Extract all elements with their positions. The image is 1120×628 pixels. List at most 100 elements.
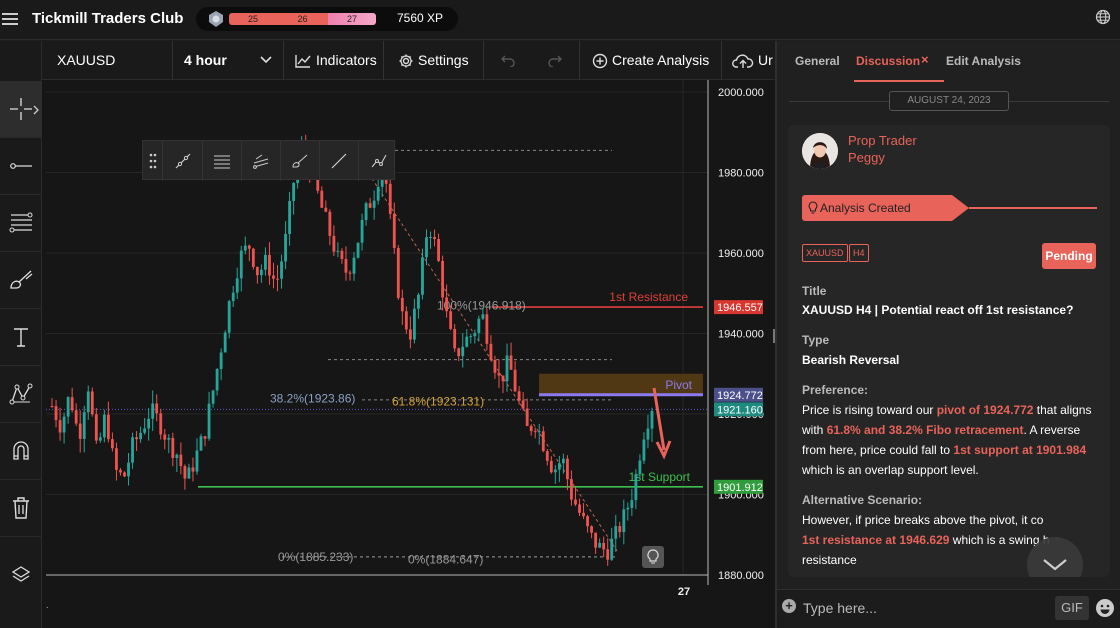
- ftb-channel[interactable]: [242, 141, 281, 181]
- alt-text-1: However, if price breaks above the pivot…: [802, 513, 1044, 527]
- upload-button[interactable]: Ur: [722, 41, 776, 80]
- candle-body: [231, 292, 235, 302]
- message-input[interactable]: [803, 598, 1043, 618]
- candle-body: [115, 448, 118, 470]
- candle-body: [517, 391, 521, 401]
- add-attachment-icon[interactable]: +: [782, 599, 796, 613]
- candle-body: [62, 416, 66, 433]
- candle-body: [586, 516, 589, 527]
- chevron-down-icon: [260, 56, 272, 64]
- ftb-trendline[interactable]: [164, 141, 203, 181]
- tab-discussion[interactable]: Discussion: [856, 54, 920, 68]
- xp-level-26: 26: [277, 13, 328, 25]
- candle-body: [259, 269, 263, 276]
- tab-edit-analysis[interactable]: Edit Analysis: [946, 54, 1021, 68]
- candle-body: [372, 200, 376, 208]
- pattern-tool[interactable]: [0, 366, 42, 423]
- candle-body: [292, 183, 296, 201]
- analysis-created-label: Analysis Created: [820, 201, 911, 215]
- ftb-brush[interactable]: [281, 141, 320, 181]
- ftb-path[interactable]: [359, 141, 398, 181]
- candle-body: [239, 250, 243, 279]
- gear-icon: [399, 54, 413, 68]
- candle-body: [513, 369, 517, 392]
- price-tag-label: 1901.912: [717, 482, 763, 494]
- crosshair-tool[interactable]: [0, 81, 42, 138]
- author-role[interactable]: Prop Trader: [848, 133, 917, 148]
- candle-body: [119, 469, 122, 473]
- pref-highlight-1: pivot of 1924.772: [936, 403, 1034, 417]
- drag-handle[interactable]: [143, 141, 163, 181]
- brush-icon: [10, 270, 33, 289]
- create-analysis-label: Create Analysis: [612, 52, 710, 68]
- symbol-selector[interactable]: XAUUSD: [42, 41, 173, 80]
- indicators-button[interactable]: Indicators: [284, 41, 384, 80]
- author-name[interactable]: Peggy: [848, 150, 885, 165]
- settings-button[interactable]: Settings: [384, 41, 484, 80]
- price-tag-label: 1924.772: [717, 390, 763, 402]
- emoji-icon[interactable]: [1095, 598, 1115, 618]
- candle-body: [90, 391, 94, 415]
- ftb-fibonacci[interactable]: [203, 141, 242, 181]
- ftb-ray[interactable]: [320, 141, 359, 181]
- menu-icon[interactable]: [2, 10, 18, 28]
- candle-body: [453, 328, 457, 349]
- candle-body: [388, 183, 392, 214]
- chevron-down-icon: [1043, 559, 1067, 571]
- date-pill: AUGUST 24, 2023: [889, 91, 1009, 111]
- candle-body: [54, 406, 58, 421]
- candle-body: [98, 437, 102, 441]
- candle-body: [227, 301, 231, 333]
- indicators-icon: [295, 55, 311, 68]
- horizontal-ray-icon: [10, 163, 32, 169]
- undo-icon[interactable]: [500, 53, 516, 67]
- candle-body: [86, 391, 90, 413]
- level-label: 1st Resistance: [609, 290, 688, 304]
- candle-body: [320, 190, 324, 208]
- lightbulb-icon: [808, 201, 818, 214]
- layers-tool[interactable]: [0, 547, 42, 603]
- tab-general[interactable]: General: [795, 54, 840, 68]
- analysis-type: Bearish Reversal: [802, 353, 900, 367]
- candle-body: [461, 346, 465, 357]
- layers-icon: [11, 566, 31, 582]
- current-price-label: 1921.160: [717, 404, 763, 416]
- text-tool[interactable]: [0, 309, 42, 366]
- globe-icon[interactable]: [1095, 9, 1111, 25]
- brush-tool[interactable]: [0, 252, 42, 309]
- price-tick-label: 1880.000: [718, 570, 764, 582]
- candle-body: [537, 431, 541, 433]
- interval-selector[interactable]: 4 hour: [173, 41, 284, 80]
- candle-body: [413, 308, 416, 340]
- candle-body: [634, 474, 638, 501]
- magnet-tool[interactable]: [0, 423, 42, 480]
- candle-body: [276, 278, 279, 280]
- candle-body: [425, 237, 428, 258]
- candle-body: [606, 549, 610, 560]
- chevron-right-icon[interactable]: [33, 105, 39, 115]
- candle-body: [211, 390, 215, 404]
- delete-tool[interactable]: [0, 480, 42, 537]
- fibonacci-tool[interactable]: [0, 195, 42, 252]
- interval-label: 4 hour: [184, 52, 227, 68]
- idea-lightbulb-button[interactable]: [642, 546, 664, 568]
- create-analysis-button[interactable]: Create Analysis: [580, 41, 722, 80]
- candle-body: [332, 235, 336, 252]
- trendline-tool[interactable]: [0, 138, 42, 195]
- candle-body: [570, 479, 573, 500]
- price-tick-label: 2000.000: [718, 87, 764, 99]
- avatar[interactable]: [802, 133, 838, 169]
- gif-button[interactable]: GIF: [1055, 596, 1089, 620]
- candle-body: [626, 507, 630, 510]
- candle-body: [70, 397, 74, 411]
- redo-icon[interactable]: [547, 53, 563, 67]
- candle-body: [561, 458, 565, 464]
- candle-body: [159, 413, 163, 435]
- candle-body: [541, 431, 545, 452]
- candle-body: [445, 297, 449, 312]
- chart-toolbar: XAUUSD 4 hour Indicators Settings Create…: [42, 41, 776, 80]
- preference-text: Price is rising toward our pivot of 1924…: [802, 400, 1102, 480]
- close-tab-icon[interactable]: ×: [921, 52, 929, 67]
- candle-body: [368, 203, 372, 208]
- price-chart[interactable]: 1st Resistance Pivot 1st Support 100%(1946.…: [42, 80, 776, 610]
